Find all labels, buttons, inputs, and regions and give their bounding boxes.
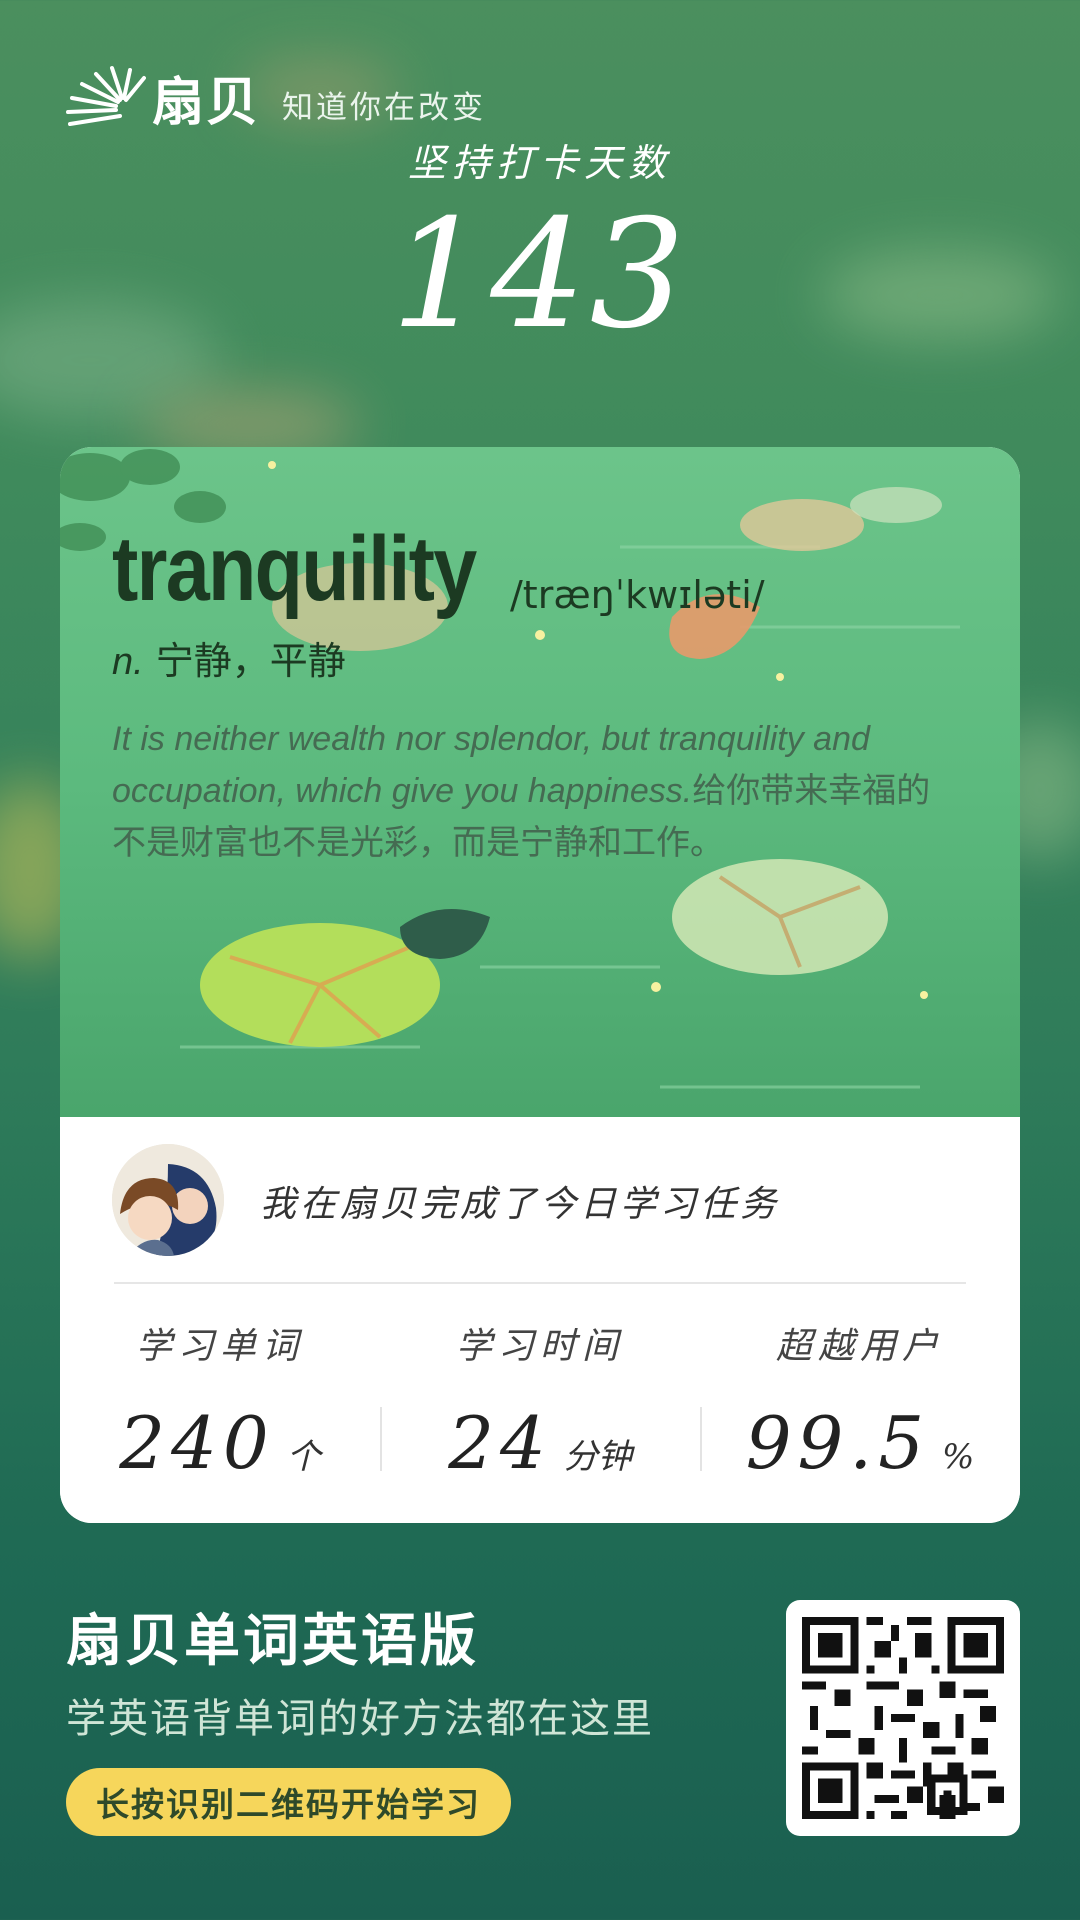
stat-label: 超越用户 xyxy=(775,1326,944,1367)
summary-panel: 我在扇贝完成了今日学习任务 学习单词 240 个 学习时间 24 分钟 超越用户 xyxy=(60,1117,1020,1523)
vocab-phonetic: /træŋˈkwɪləti/ xyxy=(510,573,765,617)
avatar-illustration-icon xyxy=(112,1144,224,1256)
stat-number: 240 xyxy=(119,1401,275,1485)
divider xyxy=(114,1282,966,1284)
qr-code[interactable] xyxy=(786,1600,1020,1836)
brand-header: 扇贝 知道你在改变 xyxy=(60,62,487,133)
shanbay-logo-icon xyxy=(66,66,146,126)
brand-name: 扇贝 xyxy=(152,72,261,133)
streak-label: 坚持打卡天数 xyxy=(407,141,672,185)
stat-label: 学习单词 xyxy=(135,1326,304,1367)
scan-qr-cta-button[interactable]: 长按识别二维码开始学习 xyxy=(66,1768,511,1836)
stat-label: 学习时间 xyxy=(455,1326,624,1367)
stat-number: 99.5 xyxy=(745,1401,930,1485)
stat-value: 24 分钟 xyxy=(380,1401,700,1485)
stats-row: 学习单词 240 个 学习时间 24 分钟 超越用户 99.5% xyxy=(60,1317,1020,1487)
stat-value: 240 个 xyxy=(60,1401,380,1485)
streak-days-count: 143 xyxy=(390,188,690,362)
stat-separator xyxy=(380,1407,382,1471)
stat-unit: 个 xyxy=(286,1437,321,1477)
stat-value: 99.5% xyxy=(700,1401,1020,1485)
part-of-speech: n. xyxy=(112,641,144,683)
task-complete-text: 我在扇贝完成了今日学习任务 xyxy=(260,1184,781,1225)
vocab-word: tranquility xyxy=(112,518,477,620)
word-block: tranquility /træŋˈkwɪləti/ n. 宁静，平静 It i… xyxy=(112,517,960,869)
brand-slogan: 知道你在改变 xyxy=(282,89,487,126)
stat-unit: % xyxy=(942,1437,975,1477)
stat-number: 24 xyxy=(448,1401,552,1485)
qr-code-icon xyxy=(802,1617,1004,1819)
stat-rank: 超越用户 99.5% xyxy=(700,1317,1020,1487)
app-subtitle: 学英语背单词的好方法都在这里 xyxy=(66,1696,654,1742)
example-sentence: It is neither wealth nor splendor, but t… xyxy=(112,713,960,869)
daily-checkin-card: tranquility /træŋˈkwɪləti/ n. 宁静，平静 It i… xyxy=(60,447,1020,1523)
stat-time: 学习时间 24 分钟 xyxy=(380,1317,700,1487)
vocab-definition: n. 宁静，平静 xyxy=(112,630,960,685)
definition-text: 宁静，平静 xyxy=(155,639,346,683)
app-title: 扇贝单词英语版 xyxy=(66,1609,479,1674)
stat-separator xyxy=(700,1407,702,1471)
stat-words: 学习单词 240 个 xyxy=(60,1317,380,1487)
avatar xyxy=(112,1144,224,1256)
stat-unit: 分钟 xyxy=(563,1437,632,1477)
